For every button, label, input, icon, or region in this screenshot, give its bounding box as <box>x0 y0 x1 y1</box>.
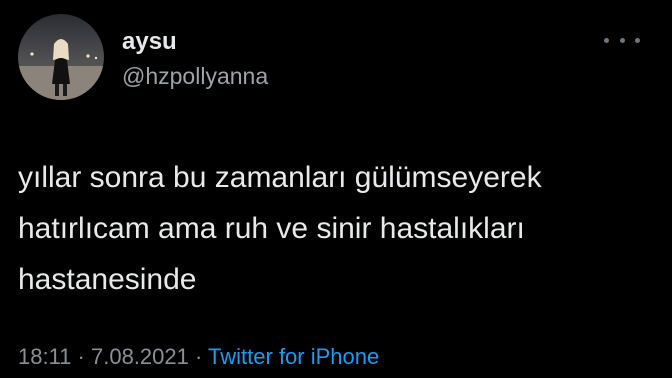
tweet-text-line: hatırlıcam ama ruh ve sinir hastalıkları <box>18 212 525 245</box>
meta-separator: · <box>77 344 85 369</box>
tweet-metadata: 18:11 · 7.08.2021 · Twitter for iPhone <box>18 343 379 371</box>
tweet-text: yıllar sonra bu zamanları gülümseyerek h… <box>18 152 658 305</box>
tweet-source-link[interactable]: Twitter for iPhone <box>208 344 379 369</box>
user-handle[interactable]: @hzpollyanna <box>122 62 268 90</box>
ellipsis-icon <box>604 37 609 43</box>
display-name[interactable]: aysu <box>122 28 177 56</box>
profile-photo-icon <box>18 14 104 100</box>
ellipsis-icon-dot-2 <box>619 37 625 43</box>
avatar[interactable] <box>18 14 104 100</box>
tweet-text-line: hastanesinde <box>18 263 197 296</box>
tweet-text-line: yıllar sonra bu zamanları gülümseyerek <box>18 161 542 194</box>
tweet-time[interactable]: 18:11 <box>18 344 71 369</box>
ellipsis-icon-dot-3 <box>635 37 640 43</box>
more-options-button[interactable] <box>604 30 640 50</box>
tweet: aysu @hzpollyanna yıllar sonra bu zamanl… <box>0 0 672 378</box>
tweet-date[interactable]: 7.08.2021 <box>91 344 189 369</box>
meta-separator: · <box>195 344 203 369</box>
